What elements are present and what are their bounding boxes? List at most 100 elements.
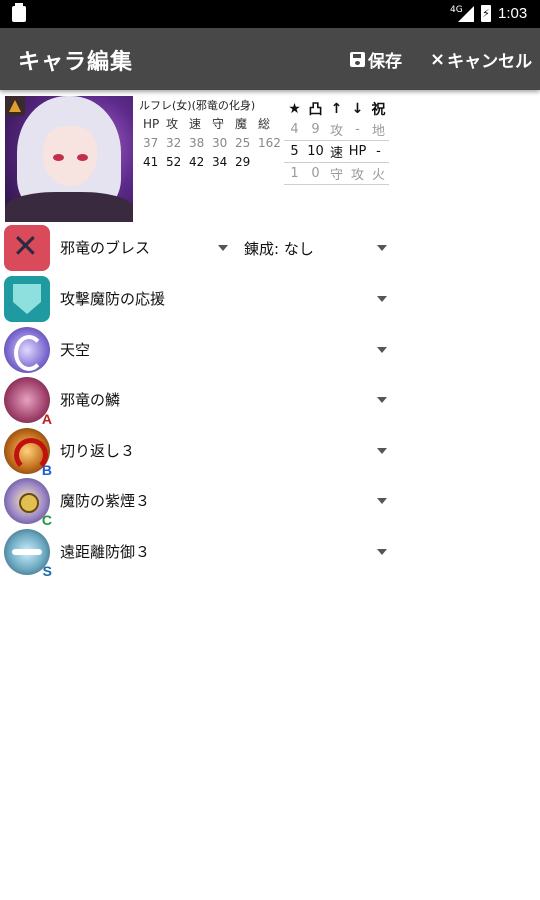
refine-select[interactable]: 錬成: なし <box>244 238 314 259</box>
distant-defense-icon: S <box>4 529 52 579</box>
stat-header: 魔 <box>235 117 248 131</box>
picker-cell[interactable]: 地 <box>368 120 389 139</box>
boon-header: ↑ <box>330 100 343 117</box>
stat-grid: HP 攻 速 守 魔 総 37 32 38 30 25 162 41 52 42… <box>143 114 285 171</box>
picker-cell[interactable]: - <box>347 122 368 137</box>
s-skill-label: 遠距離防御３ <box>60 543 151 561</box>
crescent-moon-icon <box>4 327 50 373</box>
ivs-picker-row[interactable]: 1 0 守 攻 火 <box>284 162 389 185</box>
assist-skill-row[interactable]: 攻撃魔防の応援 <box>0 275 400 325</box>
stat-max-row: 41 52 42 34 29 <box>143 152 285 171</box>
page-title: キャラ編集 <box>18 50 134 75</box>
stat-value: 38 <box>189 135 205 150</box>
refine-label: 錬成: <box>244 240 280 258</box>
chevron-down-icon[interactable] <box>377 549 387 555</box>
slot-s-badge: S <box>42 563 52 579</box>
rarity-header: ★ <box>288 100 301 117</box>
floppy-disk-icon <box>350 51 365 67</box>
boon-value[interactable]: 速 <box>326 142 347 161</box>
battery-icon: ⚡ <box>481 5 491 22</box>
ivs-picker-row[interactable]: 4 9 攻 - 地 <box>284 119 389 141</box>
dragon-scale-icon: A <box>4 377 52 427</box>
s-skill-row[interactable]: S 遠距離防御３ <box>0 528 400 579</box>
blessing-value[interactable]: - <box>368 144 389 159</box>
merge-value[interactable]: 10 <box>305 144 326 159</box>
stat-value: 29 <box>235 154 251 169</box>
assist-skill-label: 攻撃魔防の応援 <box>60 290 166 308</box>
blessing-header: 祝 <box>371 101 386 118</box>
picker-cell[interactable]: 攻 <box>347 164 368 183</box>
status-bar: 4G ⚡ 1:03 <box>0 0 540 28</box>
ivs-table: ★ 凸 ↑ ↓ 祝 4 9 攻 - 地 5 10 速 HP - 1 0 守 攻 … <box>284 98 389 185</box>
portrait-cloak <box>5 192 133 222</box>
notification-icon <box>12 3 26 22</box>
weapon-select[interactable]: 邪竜のブレス <box>60 237 150 258</box>
stat-value: 32 <box>166 135 182 150</box>
unit-name: ルフレ(女)(邪竜の化身) <box>139 99 256 112</box>
clock: 1:03 <box>498 5 528 22</box>
refine-value: なし <box>283 240 314 258</box>
rarity-badge-icon <box>5 96 25 116</box>
stat-value: 42 <box>189 154 205 169</box>
slot-c-badge: C <box>41 512 52 528</box>
picker-cell[interactable]: 攻 <box>326 120 347 139</box>
stat-value: 30 <box>212 135 228 150</box>
special-skill-row[interactable]: 天空 <box>0 326 400 376</box>
bane-header: ↓ <box>351 100 364 117</box>
crossed-swords-icon <box>4 225 50 271</box>
chevron-down-icon[interactable] <box>377 245 387 251</box>
app-bar: キャラ編集 保存 × キャンセル <box>0 28 540 90</box>
stat-value: 25 <box>235 135 251 150</box>
b-skill-row[interactable]: B 切り返し３ <box>0 427 400 478</box>
chevron-down-icon[interactable] <box>377 448 387 454</box>
picker-cell[interactable]: 1 <box>284 166 305 181</box>
character-portrait[interactable] <box>5 96 133 222</box>
c-skill-row[interactable]: C 魔防の紫煙３ <box>0 477 400 528</box>
b-skill-label: 切り返し３ <box>60 442 136 460</box>
stat-header: 攻 <box>166 117 179 131</box>
stat-base-row: 37 32 38 30 25 162 <box>143 133 285 152</box>
chevron-down-icon[interactable] <box>377 296 387 302</box>
close-icon: × <box>430 48 446 70</box>
slot-a-badge: A <box>41 411 52 427</box>
stat-header: 総 <box>258 117 271 131</box>
portrait-face <box>43 126 97 186</box>
picker-cell[interactable]: 0 <box>305 166 326 181</box>
a-skill-label: 邪竜の鱗 <box>60 391 121 409</box>
counter-arrow-icon: B <box>4 428 52 478</box>
ivs-header-row: ★ 凸 ↑ ↓ 祝 <box>284 98 389 119</box>
chevron-down-icon[interactable] <box>218 245 228 251</box>
smoke-icon: C <box>4 478 52 528</box>
save-button[interactable]: 保存 <box>350 47 402 72</box>
portrait-eye <box>77 154 88 161</box>
portrait-eye <box>53 154 64 161</box>
signal-icon <box>458 6 474 22</box>
picker-cell[interactable]: 火 <box>368 164 389 183</box>
stat-value: 52 <box>166 154 182 169</box>
picker-cell[interactable]: 守 <box>326 164 347 183</box>
save-label: 保存 <box>368 51 402 72</box>
stat-value: 37 <box>143 135 159 150</box>
picker-cell[interactable]: 9 <box>305 122 326 137</box>
stat-value: 34 <box>212 154 228 169</box>
stat-header-row: HP 攻 速 守 魔 総 <box>143 114 285 133</box>
merge-header: 凸 <box>308 101 323 118</box>
chevron-down-icon[interactable] <box>377 397 387 403</box>
a-skill-row[interactable]: A 邪竜の鱗 <box>0 376 400 427</box>
weapon-skill-row: 邪竜のブレス <box>0 224 400 274</box>
c-skill-label: 魔防の紫煙３ <box>60 492 151 510</box>
stat-header: HP <box>143 116 160 131</box>
cancel-label: キャンセル <box>447 51 533 72</box>
cancel-button[interactable]: × キャンセル <box>430 47 533 72</box>
stat-total: 162 <box>258 135 281 150</box>
rarity-value[interactable]: 5 <box>284 144 305 159</box>
bane-value[interactable]: HP <box>347 144 368 159</box>
chevron-down-icon[interactable] <box>377 347 387 353</box>
ivs-selected-row[interactable]: 5 10 速 HP - <box>284 141 389 162</box>
stat-header: 速 <box>189 117 202 131</box>
chevron-down-icon[interactable] <box>377 498 387 504</box>
stat-value: 41 <box>143 154 159 169</box>
shield-icon <box>4 276 50 322</box>
slot-b-badge: B <box>41 462 52 478</box>
picker-cell[interactable]: 4 <box>284 122 305 137</box>
